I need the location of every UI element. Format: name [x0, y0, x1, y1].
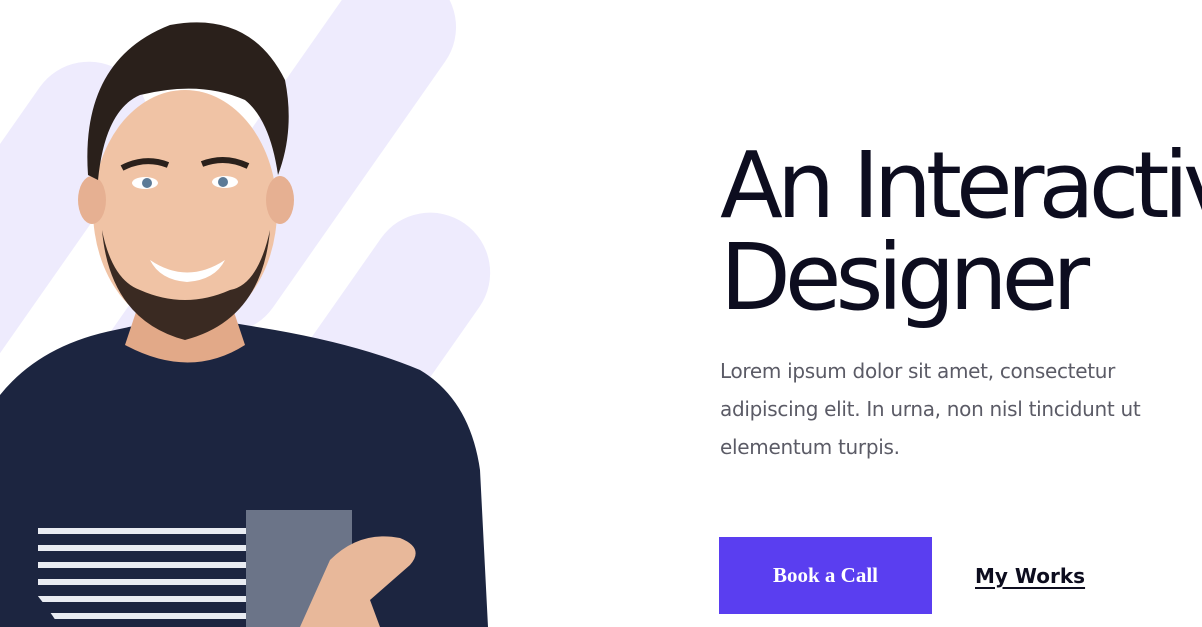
hero-title-line-2: Designer: [720, 224, 1090, 331]
portrait-illustration: [0, 0, 491, 627]
hero-text-block: An Interactive Designer Lorem ipsum dolo…: [720, 140, 1202, 466]
hero-title-line-1: An Interactive: [720, 132, 1202, 239]
hero-title: An Interactive Designer: [720, 140, 1202, 324]
cta-row: Book a Call My Works: [719, 537, 1085, 614]
hero-section: An Interactive Designer Lorem ipsum dolo…: [0, 0, 1202, 627]
hero-portrait: [0, 0, 500, 627]
my-works-link[interactable]: My Works: [975, 564, 1085, 588]
hero-description: Lorem ipsum dolor sit amet, consectetur …: [720, 359, 1141, 459]
book-a-call-button[interactable]: Book a Call: [719, 537, 932, 614]
